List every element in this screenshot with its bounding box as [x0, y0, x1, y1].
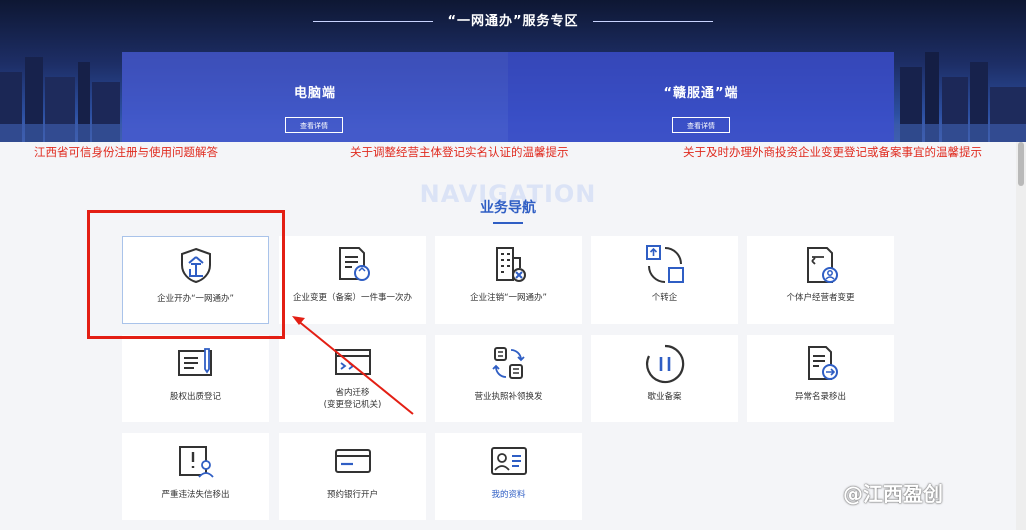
building-cancel-icon: [495, 247, 526, 282]
tile-individual-to-enterprise[interactable]: 个转企: [591, 236, 738, 324]
ganfutong-view-details-button[interactable]: 查看详情: [672, 117, 730, 133]
ganfutong-panel: “赣服通”端 查看详情: [508, 52, 894, 142]
scrollbar-thumb[interactable]: [1018, 142, 1024, 186]
page-scrollbar[interactable]: [1016, 142, 1026, 530]
bank-card-icon: [334, 449, 371, 473]
tile-label: 个体户经营者变更: [786, 293, 855, 303]
pause-icon: [645, 344, 684, 384]
tile-province-migration[interactable]: 省内迁移 (变更登记机关): [279, 335, 426, 422]
tile-my-profile[interactable]: 我的资料: [435, 433, 582, 520]
tile-label: 个转企: [651, 293, 678, 303]
hero-banner: “一网通办”服务专区 电脑端 查看详情 “赣服通”端 查看详情: [0, 0, 1026, 142]
operator-change-icon: [806, 247, 838, 283]
navigation-underline: [493, 222, 523, 224]
tile-bank-account-appointment[interactable]: 预约银行开户: [279, 433, 426, 520]
equity-pledge-icon: [177, 348, 212, 376]
license-reissue-icon: [491, 347, 525, 379]
tile-suspension-filing[interactable]: 歇业备案: [591, 335, 738, 422]
title-line-right: [592, 21, 713, 22]
pc-view-details-button[interactable]: 查看详情: [285, 117, 343, 133]
tile-equity-pledge[interactable]: 股权出质登记: [122, 335, 269, 422]
document-refresh-icon: [338, 247, 370, 281]
pc-panel: 电脑端 查看详情: [122, 52, 508, 142]
migration-icon: [334, 349, 371, 375]
pc-panel-title: 电脑端: [293, 86, 336, 101]
serious-violation-icon: [178, 446, 214, 478]
tile-label-line1: 省内迁移: [335, 388, 370, 398]
highlight-box: [87, 210, 285, 339]
notice-link-2[interactable]: 关于调整经营主体登记实名认证的温馨提示: [350, 144, 569, 160]
tile-label: 严重违法失信移出: [161, 490, 230, 500]
notice-link-1[interactable]: 江西省可信身份注册与使用问题解答: [34, 144, 218, 160]
individual-to-enterprise-icon: [645, 245, 684, 283]
ganfutong-panel-title: “赣服通”端: [663, 86, 739, 101]
tile-abnormal-list-removal[interactable]: 异常名录移出: [747, 335, 894, 422]
profile-card-icon: [490, 447, 527, 475]
title-line-left: [313, 21, 434, 22]
tile-license-reissue[interactable]: 营业执照补领换发: [435, 335, 582, 422]
tile-operator-change[interactable]: 个体户经营者变更: [747, 236, 894, 324]
tile-label: 歇业备案: [647, 392, 682, 402]
tile-label: 营业执照补领换发: [474, 392, 543, 402]
notice-link-3[interactable]: 关于及时办理外商投资企业变更登记或备案事宜的温馨提示: [683, 144, 982, 160]
watermark: @江西盈创: [843, 482, 943, 506]
abnormal-list-removal-icon: [807, 346, 838, 380]
tile-label: 我的资料: [491, 490, 526, 500]
tile-label: 股权出质登记: [169, 392, 221, 402]
tile-label: 异常名录移出: [794, 392, 846, 402]
tile-label: 企业注销“一网通办”: [470, 293, 547, 303]
tile-enterprise-change[interactable]: 企业变更（备案）一件事一次办: [279, 236, 426, 324]
tile-serious-violation-removal[interactable]: 严重违法失信移出: [122, 433, 269, 520]
banner-title-text: “一网通办”服务专区: [447, 14, 579, 29]
tile-label: 企业变更（备案）一件事一次办: [292, 293, 412, 303]
tile-label-line2: (变更登记机关): [323, 400, 382, 410]
tile-enterprise-deregistration[interactable]: 企业注销“一网通办”: [435, 236, 582, 324]
banner-title: “一网通办”服务专区: [0, 10, 1026, 29]
tile-label: 预约银行开户: [326, 490, 378, 500]
